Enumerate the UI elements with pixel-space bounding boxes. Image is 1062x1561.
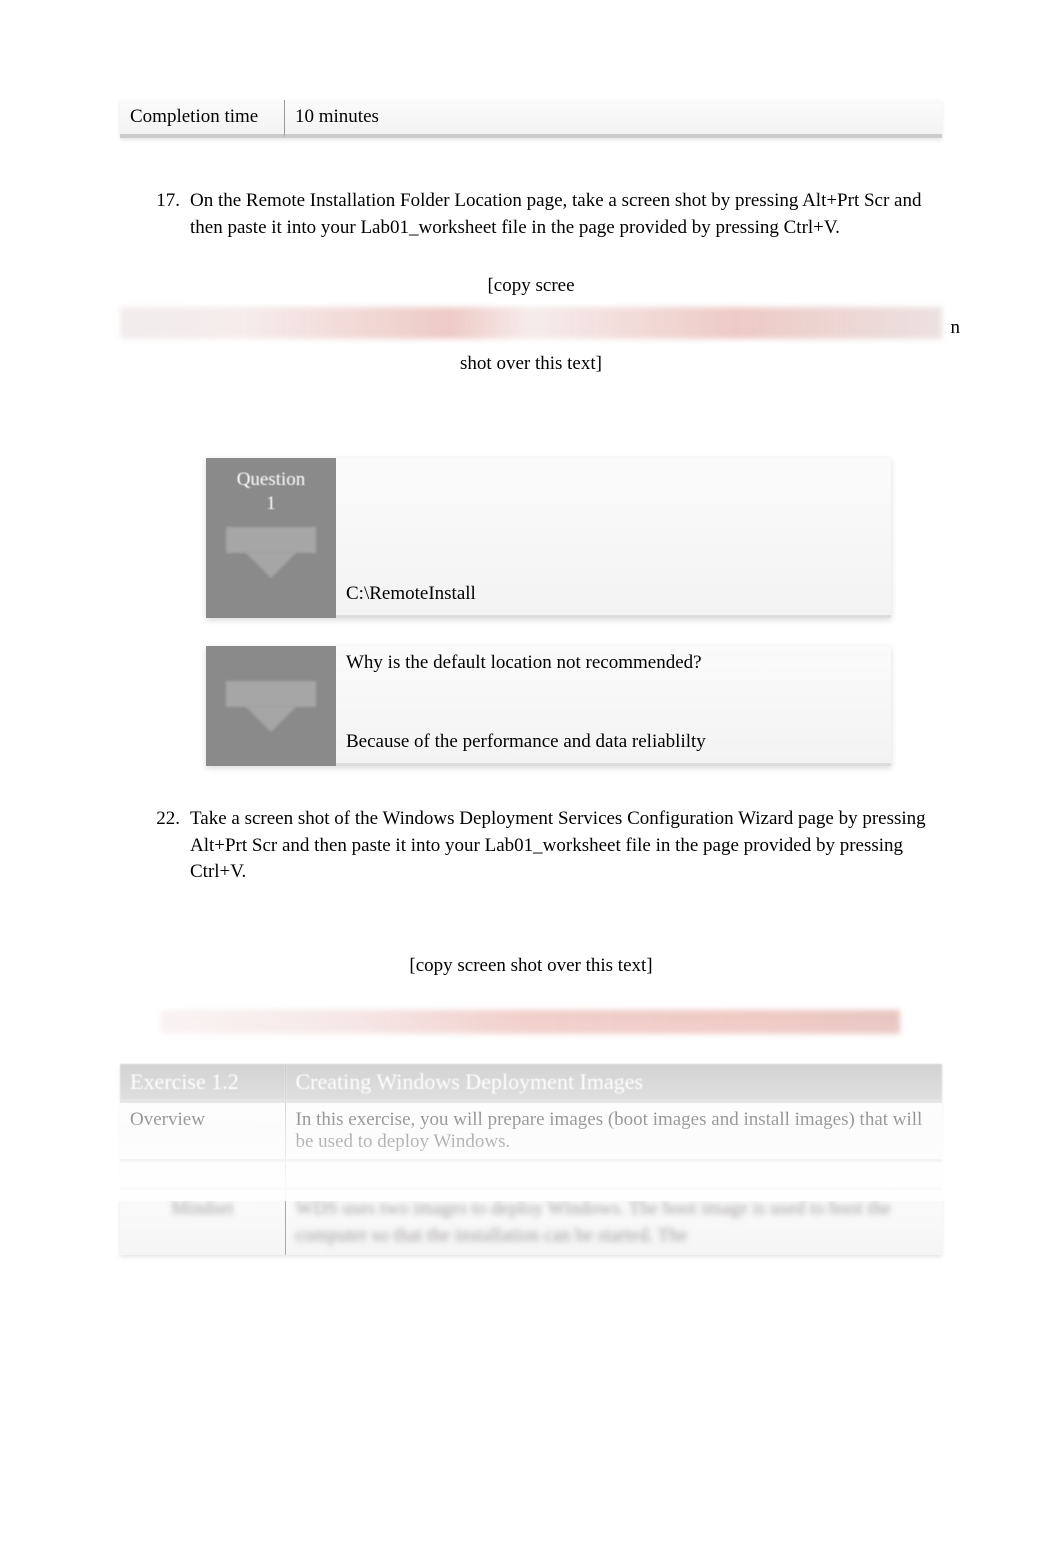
question-1-label: Question 1: [237, 468, 306, 516]
exercise-title: Creating Windows Deployment Images: [285, 1064, 942, 1102]
question-1-box: Question 1 C:\RemoteInstall: [206, 458, 891, 618]
step-22-text: Take a screen shot of the Windows Deploy…: [190, 806, 942, 886]
question-2-sidebar: [206, 646, 336, 766]
exercise-overview-text: In this exercise, you will prepare image…: [285, 1102, 942, 1161]
exercise-blurred-label: Mindset: [120, 1189, 285, 1256]
completion-time-row: Completion time 10 minutes: [120, 100, 942, 138]
exercise-blurred-row: Mindset WDS uses two images to deploy Wi…: [120, 1189, 942, 1256]
question-2-box: Why is the default location not recommen…: [206, 646, 891, 766]
step-17-number: 17.: [150, 188, 190, 241]
completion-time-value: 10 minutes: [285, 100, 942, 138]
placeholder-1-line1: [copy scree: [487, 275, 574, 296]
step-17: 17. On the Remote Installation Folder Lo…: [150, 188, 942, 241]
question-2-answer: Because of the performance and data reli…: [346, 731, 881, 753]
screenshot-placeholder-2: [copy screen shot over this text]: [120, 941, 942, 990]
question-1-sidebar: Question 1: [206, 458, 336, 618]
exercise-header-row: Exercise 1.2 Creating Windows Deployment…: [120, 1064, 942, 1102]
exercise-1-2-table: Exercise 1.2 Creating Windows Deployment…: [120, 1064, 942, 1255]
blurred-image-bar-2: [160, 1010, 900, 1034]
exercise-overview-row: Overview In this exercise, you will prep…: [120, 1102, 942, 1161]
placeholder-1-line3: shot over this text]: [460, 339, 602, 388]
exercise-empty-row: [120, 1161, 942, 1189]
question-2-content: Why is the default location not recommen…: [336, 646, 891, 766]
question-1-content: C:\RemoteInstall: [336, 458, 891, 618]
placeholder-2-text: [copy screen shot over this text]: [409, 955, 652, 976]
screenshot-placeholder-1: [copy scree n shot over this text]: [120, 261, 942, 388]
down-arrow-icon: [226, 527, 316, 578]
exercise-overview-label: Overview: [120, 1102, 285, 1161]
question-1-answer: C:\RemoteInstall: [346, 583, 881, 605]
step-17-text: On the Remote Installation Folder Locati…: [190, 188, 942, 241]
step-22-number: 22.: [150, 806, 190, 886]
question-2-prompt: Why is the default location not recommen…: [346, 652, 881, 674]
placeholder-1-fragment: n: [951, 303, 961, 352]
question-1-label-num: 1: [266, 493, 276, 514]
blurred-image-bar-1: [120, 307, 942, 339]
completion-time-label: Completion time: [120, 100, 285, 138]
down-arrow-icon: [226, 681, 316, 732]
step-22: 22. Take a screen shot of the Windows De…: [150, 806, 942, 886]
question-1-label-word: Question: [237, 469, 306, 490]
exercise-blurred-text: WDS uses two images to deploy Windows. T…: [285, 1189, 942, 1256]
exercise-number: Exercise 1.2: [120, 1064, 285, 1102]
